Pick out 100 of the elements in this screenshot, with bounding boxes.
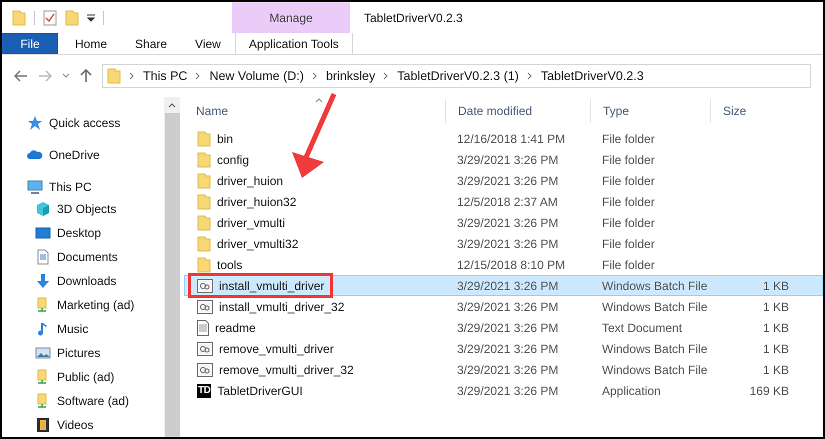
folder-icon — [107, 68, 121, 84]
file-row[interactable]: tools 12/15/2018 8:10 PM File folder — [184, 254, 823, 275]
file-name: install_vmulti_driver_32 — [219, 298, 344, 316]
file-name: driver_huion32 — [217, 194, 296, 210]
breadcrumb-item[interactable]: TabletDriverV0.2.3 — [540, 66, 644, 86]
ribbon-tab[interactable]: Home — [61, 33, 122, 54]
picture-icon — [35, 345, 51, 361]
file-row[interactable]: readme 3/29/2021 3:26 PM Text Document 1 KB — [184, 317, 823, 338]
sidebar-item[interactable]: Music — [35, 317, 184, 341]
breadcrumb-item[interactable]: New Volume (D:) — [209, 66, 304, 86]
type-cell-text: File folder — [601, 214, 656, 232]
sidebar-item[interactable]: Videos — [35, 413, 184, 437]
gear-file-icon — [197, 342, 213, 356]
back-arrow-icon[interactable] — [14, 70, 28, 82]
sidebar-item[interactable]: Quick access — [27, 111, 184, 135]
sort-ascending-icon — [315, 98, 323, 103]
date-cell-text: 3/29/2021 3:26 PM — [456, 298, 560, 316]
dropdown-icon[interactable] — [87, 14, 95, 22]
file-row[interactable]: driver_huion 3/29/2021 3:26 PM File folder — [184, 170, 823, 191]
sidebar-item[interactable]: Downloads — [35, 269, 184, 293]
file-row[interactable]: install_vmulti_driver_32 3/29/2021 3:26 PM Windows Batch File 1 KB — [184, 296, 823, 317]
file-row[interactable]: config 3/29/2021 3:26 PM File folder — [184, 149, 823, 170]
type-cell-text: File folder — [601, 194, 656, 210]
size-cell-text: 1 KB — [762, 320, 790, 336]
ribbon-tab[interactable]: Share — [121, 33, 182, 54]
size-cell-text: 169 KB — [748, 382, 790, 400]
column-header[interactable]: Name — [184, 99, 446, 123]
file-name: driver_vmulti — [217, 214, 286, 232]
sidebar-item[interactable]: Public (ad) — [35, 365, 184, 389]
sidebar-item[interactable]: Documents — [35, 245, 184, 269]
size-cell-text: 1 KB — [762, 340, 790, 358]
column-header[interactable]: Date modified — [446, 99, 591, 123]
date-cell-text: 3/29/2021 3:26 PM — [456, 278, 560, 294]
chevron-right-icon — [383, 72, 390, 80]
file-name: driver_vmulti32 — [217, 236, 298, 252]
file-row[interactable]: driver_vmulti32 3/29/2021 3:26 PM File folder — [184, 233, 823, 254]
file-row[interactable]: driver_huion32 12/5/2018 2:37 AM File folder — [184, 191, 823, 212]
date-cell-text: 3/29/2021 3:26 PM — [456, 320, 560, 336]
folder-icon — [197, 152, 211, 168]
date-cell-text: 3/29/2021 3:26 PM — [456, 172, 560, 190]
type-cell-text: Application — [601, 382, 662, 400]
breadcrumb-item[interactable]: TabletDriverV0.2.3 (1) — [397, 66, 519, 86]
size-cell-text: 1 KB — [762, 362, 790, 378]
folder-icon — [197, 256, 211, 272]
file-row[interactable]: install_vmulti_driver 3/29/2021 3:26 PM Windows Batch File 1 KB — [184, 275, 823, 296]
column-header[interactable]: Size — [711, 99, 794, 123]
folder-icon — [197, 214, 211, 230]
cube-icon — [35, 201, 51, 217]
size-cell-text: 1 KB — [762, 298, 790, 316]
sidebar-item[interactable]: Software (ad) — [35, 389, 184, 413]
manage-tab-header: Manage — [232, 2, 350, 33]
sidebar-item[interactable]: Marketing (ad) — [35, 293, 184, 317]
ribbon-tab[interactable]: View — [181, 33, 235, 54]
date-cell-text: 3/29/2021 3:26 PM — [456, 362, 560, 378]
file-row[interactable]: remove_vmulti_driver 3/29/2021 3:26 PM Windows Batch File 1 KB — [184, 338, 823, 359]
file-row[interactable]: remove_vmulti_driver_32 3/29/2021 3:26 PM Windows Batch File 1 KB — [184, 359, 823, 380]
file-name: remove_vmulti_driver_32 — [219, 362, 354, 378]
type-cell-text: Text Document — [601, 320, 684, 336]
sidebar-item[interactable]: 3D Objects — [35, 197, 184, 221]
ribbon-tab[interactable]: Application Tools — [234, 33, 353, 54]
checklist-icon[interactable] — [43, 10, 57, 26]
text-file-icon — [197, 320, 209, 336]
film-icon — [35, 417, 51, 433]
column-header[interactable]: Type — [591, 99, 711, 123]
folder-icon — [197, 172, 211, 188]
date-cell-text: 12/5/2018 2:37 AM — [456, 194, 559, 210]
file-row[interactable]: TD TabletDriverGUI 3/29/2021 3:26 PM Application 169 KB — [184, 380, 823, 401]
type-cell-text: File folder — [601, 172, 656, 190]
date-cell-text: 3/29/2021 3:26 PM — [456, 214, 560, 232]
ribbon-tab[interactable]: File — [2, 33, 58, 54]
folder-icon — [65, 10, 79, 26]
chevron-right-icon — [526, 72, 533, 80]
breadcrumb-item[interactable]: This PC — [143, 66, 188, 86]
sidebar-item[interactable]: This PC — [27, 175, 184, 199]
folder-icon — [197, 236, 211, 252]
gear-file-icon — [197, 300, 213, 314]
type-cell-text: File folder — [601, 256, 656, 274]
sidebar-item[interactable]: Desktop — [35, 221, 184, 245]
down-arrow-icon — [35, 273, 51, 289]
scroll-up-icon[interactable] — [168, 102, 176, 108]
chevron-down-icon[interactable] — [62, 73, 70, 79]
file-row[interactable]: driver_vmulti 3/29/2021 3:26 PM File folder — [184, 212, 823, 233]
breadcrumb-item[interactable]: brinksley — [326, 66, 376, 86]
window-title: TabletDriverV0.2.3 — [364, 10, 463, 26]
sidebar-item[interactable]: Pictures — [35, 341, 184, 365]
address-bar[interactable]: This PC New Volume (D:) brinksley TabletDriverV0.2.3 (1) TabletDriverV0.2.3 — [102, 64, 811, 88]
type-cell-text: File folder — [601, 130, 656, 148]
file-name: TabletDriverGUI — [217, 382, 303, 400]
date-cell-text: 3/29/2021 3:26 PM — [456, 236, 560, 252]
date-cell-text: 3/29/2021 3:26 PM — [456, 382, 560, 400]
up-arrow-icon[interactable] — [80, 69, 92, 83]
file-name: install_vmulti_driver — [219, 278, 324, 294]
document-icon — [35, 249, 51, 265]
sidebar-item[interactable]: OneDrive — [27, 143, 184, 167]
type-cell-text: File folder — [601, 152, 656, 168]
gear-file-icon — [197, 278, 213, 292]
gear-file-icon — [197, 362, 213, 376]
file-row[interactable]: bin 12/16/2018 1:41 PM File folder — [184, 128, 823, 149]
date-cell-text: 12/16/2018 1:41 PM — [456, 130, 566, 148]
type-cell-text: Windows Batch File — [601, 340, 708, 358]
